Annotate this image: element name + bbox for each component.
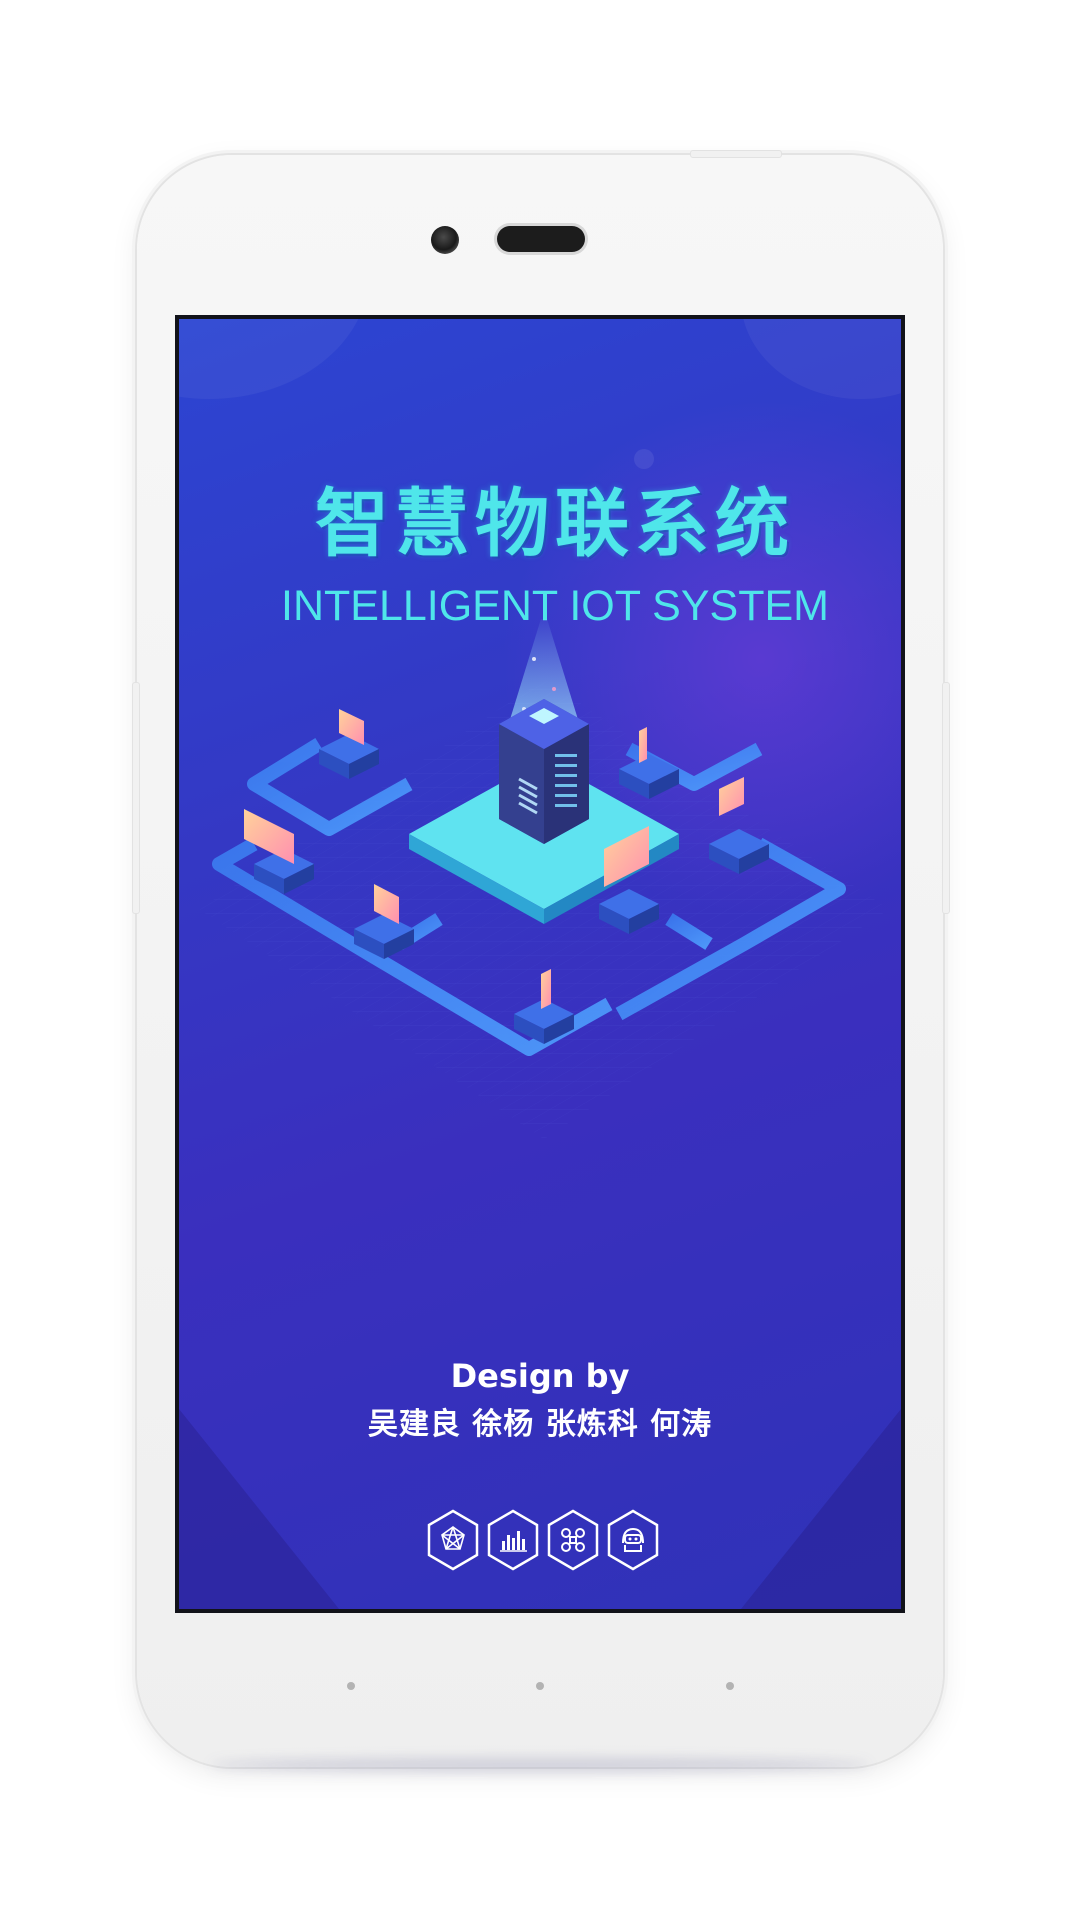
network-icon [427, 1509, 479, 1571]
background-circle [741, 319, 901, 399]
nav-menu-indicator[interactable] [726, 1682, 734, 1690]
feature-icon-row [426, 1509, 660, 1575]
device-node-top-left [319, 709, 379, 779]
phone-top-button [690, 150, 782, 158]
nav-home-indicator[interactable] [536, 1682, 544, 1690]
splash-screen[interactable]: 智慧物联系统 INTELLIGENT IOT SYSTEM Design by … [179, 319, 901, 1609]
command-icon [547, 1509, 599, 1571]
credits-heading: Design by [450, 1357, 630, 1395]
phone-side-button-right [942, 682, 950, 914]
background-circle [179, 319, 369, 399]
front-camera [431, 226, 459, 254]
credits-names: 吴建良 徐杨 张炼科 何涛 [367, 1407, 713, 1442]
nav-back-indicator[interactable] [347, 1682, 355, 1690]
app-title: 智慧物联系统 [315, 481, 795, 567]
earpiece-speaker [497, 226, 585, 252]
server-rack [499, 699, 589, 844]
phone-screen: 智慧物联系统 INTELLIGENT IOT SYSTEM Design by … [175, 315, 905, 1613]
robot-icon [607, 1509, 659, 1571]
bar-chart-icon [487, 1509, 539, 1571]
phone-side-button-left [132, 682, 140, 914]
iot-network-illustration [199, 619, 889, 1139]
phone-shadow [210, 1758, 870, 1772]
